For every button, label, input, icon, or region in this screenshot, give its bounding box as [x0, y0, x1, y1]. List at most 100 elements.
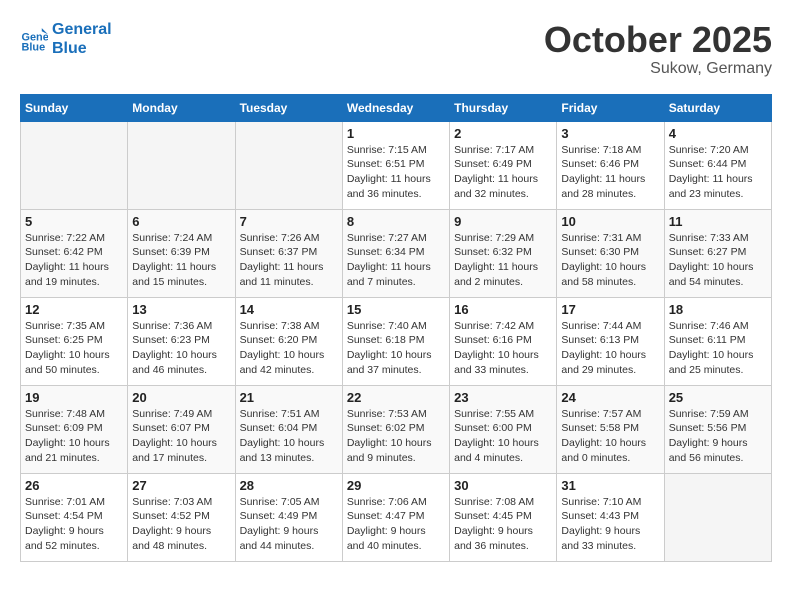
day-cell: 15 Sunrise: 7:40 AM Sunset: 6:18 PM Dayli…: [342, 297, 449, 385]
logo: General Blue General Blue: [20, 20, 112, 58]
weekday-thursday: Thursday: [450, 94, 557, 121]
day-cell: 20 Sunrise: 7:49 AM Sunset: 6:07 PM Dayli…: [128, 385, 235, 473]
day-cell: 4 Sunrise: 7:20 AM Sunset: 6:44 PM Daylig…: [664, 121, 771, 209]
week-row-3: 12 Sunrise: 7:35 AM Sunset: 6:25 PM Dayli…: [21, 297, 772, 385]
day-cell: 8Sunrise: 7:27 AM Sunset: 6:34 PM Daylig…: [342, 209, 449, 297]
day-info: Sunrise: 7:57 AM Sunset: 5:58 PM Dayligh…: [561, 407, 659, 466]
day-info: Sunrise: 7:06 AM Sunset: 4:47 PM Dayligh…: [347, 495, 445, 554]
day-number: 4: [669, 126, 767, 141]
day-number: 20: [132, 390, 230, 405]
day-info: Sunrise: 7:27 AM Sunset: 6:34 PM Dayligh…: [347, 231, 445, 290]
day-info: Sunrise: 7:35 AM Sunset: 6:25 PM Dayligh…: [25, 319, 123, 378]
day-info: Sunrise: 7:08 AM Sunset: 4:45 PM Dayligh…: [454, 495, 552, 554]
day-info: Sunrise: 7:15 AM Sunset: 6:51 PM Dayligh…: [347, 143, 445, 202]
day-number: 29: [347, 478, 445, 493]
day-number: 17: [561, 302, 659, 317]
week-row-2: 5 Sunrise: 7:22 AM Sunset: 6:42 PM Daylig…: [21, 209, 772, 297]
day-cell: 2Sunrise: 7:17 AM Sunset: 6:49 PM Daylig…: [450, 121, 557, 209]
day-info: Sunrise: 7:48 AM Sunset: 6:09 PM Dayligh…: [25, 407, 123, 466]
location: Sukow, Germany: [544, 60, 772, 78]
day-info: Sunrise: 7:05 AM Sunset: 4:49 PM Dayligh…: [240, 495, 338, 554]
day-info: Sunrise: 7:31 AM Sunset: 6:30 PM Dayligh…: [561, 231, 659, 290]
calendar-body: 1 Sunrise: 7:15 AM Sunset: 6:51 PM Daylig…: [21, 121, 772, 561]
weekday-friday: Friday: [557, 94, 664, 121]
day-cell: 23 Sunrise: 7:55 AM Sunset: 6:00 PM Dayli…: [450, 385, 557, 473]
day-number: 15: [347, 302, 445, 317]
day-cell: 27Sunrise: 7:03 AM Sunset: 4:52 PM Dayli…: [128, 473, 235, 561]
day-number: 19: [25, 390, 123, 405]
day-info: Sunrise: 7:20 AM Sunset: 6:44 PM Dayligh…: [669, 143, 767, 202]
day-number: 13: [132, 302, 230, 317]
day-cell: 30 Sunrise: 7:08 AM Sunset: 4:45 PM Dayli…: [450, 473, 557, 561]
day-number: 24: [561, 390, 659, 405]
day-info: Sunrise: 7:22 AM Sunset: 6:42 PM Dayligh…: [25, 231, 123, 290]
page-header: General Blue General Blue October 2025 S…: [20, 20, 772, 78]
day-cell: 18 Sunrise: 7:46 AM Sunset: 6:11 PM Dayli…: [664, 297, 771, 385]
day-cell: 31 Sunrise: 7:10 AM Sunset: 4:43 PM Dayli…: [557, 473, 664, 561]
day-number: 26: [25, 478, 123, 493]
day-number: 31: [561, 478, 659, 493]
day-cell: 5 Sunrise: 7:22 AM Sunset: 6:42 PM Daylig…: [21, 209, 128, 297]
day-cell: 9Sunrise: 7:29 AM Sunset: 6:32 PM Daylig…: [450, 209, 557, 297]
day-info: Sunrise: 7:29 AM Sunset: 6:32 PM Dayligh…: [454, 231, 552, 290]
day-cell: 21Sunrise: 7:51 AM Sunset: 6:04 PM Dayli…: [235, 385, 342, 473]
day-cell: 13 Sunrise: 7:36 AM Sunset: 6:23 PM Dayli…: [128, 297, 235, 385]
day-number: 3: [561, 126, 659, 141]
day-number: 1: [347, 126, 445, 141]
day-info: Sunrise: 7:18 AM Sunset: 6:46 PM Dayligh…: [561, 143, 659, 202]
day-info: Sunrise: 7:44 AM Sunset: 6:13 PM Dayligh…: [561, 319, 659, 378]
day-info: Sunrise: 7:10 AM Sunset: 4:43 PM Dayligh…: [561, 495, 659, 554]
day-cell: 1 Sunrise: 7:15 AM Sunset: 6:51 PM Daylig…: [342, 121, 449, 209]
day-number: 18: [669, 302, 767, 317]
day-info: Sunrise: 7:42 AM Sunset: 6:16 PM Dayligh…: [454, 319, 552, 378]
day-number: 6: [132, 214, 230, 229]
day-number: 16: [454, 302, 552, 317]
day-number: 11: [669, 214, 767, 229]
logo-icon: General Blue: [20, 25, 48, 53]
day-cell: 25 Sunrise: 7:59 AM Sunset: 5:56 PM Dayli…: [664, 385, 771, 473]
day-info: Sunrise: 7:33 AM Sunset: 6:27 PM Dayligh…: [669, 231, 767, 290]
day-info: Sunrise: 7:26 AM Sunset: 6:37 PM Dayligh…: [240, 231, 338, 290]
day-info: Sunrise: 7:55 AM Sunset: 6:00 PM Dayligh…: [454, 407, 552, 466]
day-cell: 3 Sunrise: 7:18 AM Sunset: 6:46 PM Daylig…: [557, 121, 664, 209]
day-cell: [128, 121, 235, 209]
day-number: 7: [240, 214, 338, 229]
day-number: 10: [561, 214, 659, 229]
day-number: 27: [132, 478, 230, 493]
day-cell: 16 Sunrise: 7:42 AM Sunset: 6:16 PM Dayli…: [450, 297, 557, 385]
day-number: 5: [25, 214, 123, 229]
day-number: 12: [25, 302, 123, 317]
day-info: Sunrise: 7:49 AM Sunset: 6:07 PM Dayligh…: [132, 407, 230, 466]
day-info: Sunrise: 7:46 AM Sunset: 6:11 PM Dayligh…: [669, 319, 767, 378]
week-row-1: 1 Sunrise: 7:15 AM Sunset: 6:51 PM Daylig…: [21, 121, 772, 209]
week-row-4: 19 Sunrise: 7:48 AM Sunset: 6:09 PM Dayli…: [21, 385, 772, 473]
day-cell: 6Sunrise: 7:24 AM Sunset: 6:39 PM Daylig…: [128, 209, 235, 297]
day-cell: [235, 121, 342, 209]
day-info: Sunrise: 7:51 AM Sunset: 6:04 PM Dayligh…: [240, 407, 338, 466]
day-cell: 22Sunrise: 7:53 AM Sunset: 6:02 PM Dayli…: [342, 385, 449, 473]
day-cell: [21, 121, 128, 209]
day-info: Sunrise: 7:59 AM Sunset: 5:56 PM Dayligh…: [669, 407, 767, 466]
weekday-saturday: Saturday: [664, 94, 771, 121]
day-number: 23: [454, 390, 552, 405]
day-cell: 10 Sunrise: 7:31 AM Sunset: 6:30 PM Dayli…: [557, 209, 664, 297]
day-number: 14: [240, 302, 338, 317]
day-number: 25: [669, 390, 767, 405]
day-info: Sunrise: 7:38 AM Sunset: 6:20 PM Dayligh…: [240, 319, 338, 378]
day-info: Sunrise: 7:40 AM Sunset: 6:18 PM Dayligh…: [347, 319, 445, 378]
day-info: Sunrise: 7:36 AM Sunset: 6:23 PM Dayligh…: [132, 319, 230, 378]
weekday-tuesday: Tuesday: [235, 94, 342, 121]
day-cell: 19 Sunrise: 7:48 AM Sunset: 6:09 PM Dayli…: [21, 385, 128, 473]
day-number: 22: [347, 390, 445, 405]
day-cell: 12 Sunrise: 7:35 AM Sunset: 6:25 PM Dayli…: [21, 297, 128, 385]
logo-line2: Blue: [52, 39, 112, 58]
title-block: October 2025 Sukow, Germany: [544, 20, 772, 78]
day-info: Sunrise: 7:17 AM Sunset: 6:49 PM Dayligh…: [454, 143, 552, 202]
day-cell: 24 Sunrise: 7:57 AM Sunset: 5:58 PM Dayli…: [557, 385, 664, 473]
logo-line1: General: [52, 20, 112, 39]
week-row-5: 26Sunrise: 7:01 AM Sunset: 4:54 PM Dayli…: [21, 473, 772, 561]
day-cell: 29 Sunrise: 7:06 AM Sunset: 4:47 PM Dayli…: [342, 473, 449, 561]
month-title: October 2025: [544, 20, 772, 60]
day-cell: 14 Sunrise: 7:38 AM Sunset: 6:20 PM Dayli…: [235, 297, 342, 385]
day-number: 30: [454, 478, 552, 493]
